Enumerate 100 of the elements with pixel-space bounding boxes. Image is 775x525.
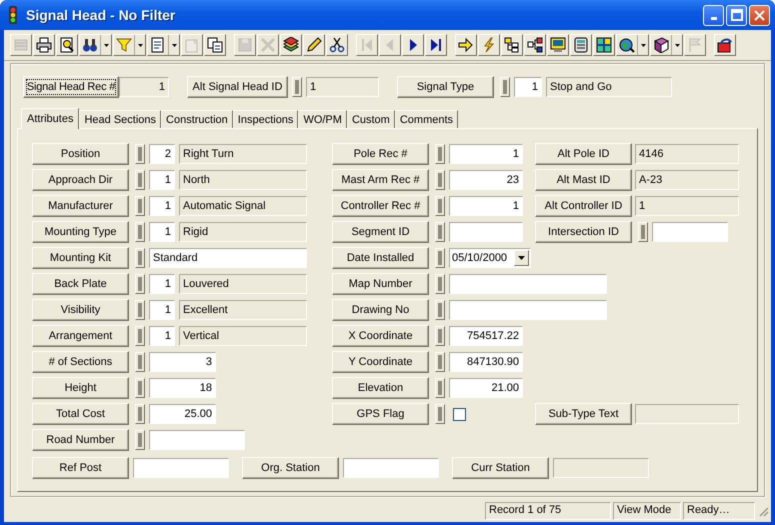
field-button[interactable]: Total Cost [32, 403, 129, 425]
toolbar-button[interactable] [547, 34, 569, 56]
toolbar-button[interactable] [280, 34, 302, 56]
field-button[interactable]: Map Number [332, 273, 429, 295]
tab[interactable]: Inspections [232, 110, 298, 128]
toolbar-button[interactable] [524, 34, 546, 56]
field-button[interactable]: GPS Flag [332, 403, 429, 425]
field-button[interactable]: Arrangement [32, 325, 129, 347]
alt-id-button[interactable]: Alt Signal Head ID [187, 76, 288, 98]
field-button[interactable]: Y Coordinate [332, 351, 429, 373]
field-button[interactable]: Back Plate [32, 273, 129, 295]
code-field[interactable]: 1 [149, 300, 175, 320]
date-field[interactable]: 05/10/2000 [449, 248, 531, 268]
code-field[interactable]: 1 [149, 196, 175, 216]
input-field[interactable] [449, 274, 607, 294]
toolbar-button[interactable] [147, 34, 180, 56]
code-field[interactable]: 1 [149, 222, 175, 242]
tab[interactable]: Comments [394, 110, 458, 128]
input-field[interactable]: 21.00 [449, 378, 523, 398]
field-button[interactable]: # of Sections [32, 351, 129, 373]
input-field[interactable]: 25.00 [149, 404, 216, 424]
input-field[interactable]: 23 [449, 170, 523, 190]
input-field[interactable] [652, 222, 728, 242]
field-indicator [135, 352, 145, 372]
field-button[interactable]: Segment ID [332, 221, 429, 243]
tab[interactable]: Head Sections [79, 110, 162, 128]
field-indicator [135, 170, 145, 190]
field-button[interactable]: Height [32, 377, 129, 399]
field-button[interactable]: Pole Rec # [332, 143, 429, 165]
field-button[interactable]: Alt Pole ID [535, 143, 632, 165]
input-field[interactable] [149, 430, 245, 450]
tab[interactable]: Construction [161, 110, 233, 128]
field-indicator [135, 248, 145, 268]
input-field[interactable]: 1 [449, 196, 523, 216]
toolbar-button[interactable] [425, 34, 447, 56]
toolbar-button[interactable] [204, 34, 226, 56]
input-field[interactable]: 847130.90 [449, 352, 523, 372]
save-icon [237, 37, 253, 53]
field-button[interactable]: Date Installed [332, 247, 429, 269]
field-button[interactable]: Mounting Kit [32, 247, 129, 269]
code-field[interactable]: 1 [149, 274, 175, 294]
field-button[interactable]: Visibility [32, 299, 129, 321]
field-button[interactable]: Controller Rec # [332, 195, 429, 217]
tab[interactable]: Attributes [21, 108, 80, 129]
code-field[interactable]: 1 [514, 77, 542, 97]
code-field[interactable]: 2 [149, 144, 175, 164]
tab[interactable]: WO/PM [298, 110, 347, 128]
toolbar-button[interactable] [455, 34, 477, 56]
field-button[interactable]: Road Number [32, 429, 129, 451]
field-button[interactable]: Manufacturer [32, 195, 129, 217]
field-button[interactable]: Mounting Type [32, 221, 129, 243]
field-button[interactable]: Ref Post [32, 457, 129, 479]
field-button[interactable]: Mast Arm Rec # [332, 169, 429, 191]
toolbar-button[interactable] [326, 34, 348, 56]
signal-type-button[interactable]: Signal Type [397, 76, 494, 98]
field-button[interactable]: Curr Station [452, 457, 549, 479]
toolbar-button[interactable] [56, 34, 78, 56]
tab[interactable]: Custom [346, 110, 395, 128]
field-button[interactable]: Alt Mast ID [535, 169, 632, 191]
field-button[interactable]: Alt Controller ID [535, 195, 632, 217]
minimize-button[interactable] [703, 4, 724, 26]
status-pane: Record 1 of 75 [485, 502, 611, 520]
toolbar-button[interactable] [303, 34, 325, 56]
minimize-icon [710, 17, 716, 20]
input-field[interactable]: Standard [149, 248, 307, 268]
resize-grip-icon[interactable] [757, 505, 769, 517]
field-button[interactable]: X Coordinate [332, 325, 429, 347]
input-field[interactable] [449, 222, 523, 242]
alt-id-field: 1 [306, 77, 379, 97]
toolbar-button[interactable] [402, 34, 424, 56]
checkbox[interactable] [453, 408, 466, 420]
maximize-button[interactable] [726, 4, 747, 26]
code-field[interactable]: 1 [149, 170, 175, 190]
toolbar-button[interactable] [33, 34, 55, 56]
dropdown-button[interactable] [514, 250, 529, 266]
input-field[interactable] [133, 458, 229, 478]
toolbar-button[interactable] [570, 34, 592, 56]
toolbar-button[interactable] [714, 34, 736, 56]
input-field[interactable] [449, 300, 607, 320]
toolbar-button[interactable] [616, 34, 649, 56]
field-button[interactable]: Sub-Type Text [535, 403, 632, 425]
monitor-icon [550, 37, 566, 53]
record-button[interactable]: Signal Head Rec # [23, 76, 119, 98]
input-field[interactable]: 18 [149, 378, 216, 398]
field-button[interactable]: Drawing No [332, 299, 429, 321]
input-field[interactable]: 754517.22 [449, 326, 523, 346]
toolbar-button[interactable] [501, 34, 523, 56]
input-field[interactable]: 1 [449, 144, 523, 164]
toolbar-button[interactable] [79, 34, 112, 56]
input-field[interactable] [343, 458, 439, 478]
field-button[interactable]: Approach Dir [32, 169, 129, 191]
field-button[interactable]: Position [32, 143, 129, 165]
close-button[interactable] [749, 4, 770, 26]
field-button[interactable]: Elevation [332, 377, 429, 399]
code-field[interactable]: 1 [149, 326, 175, 346]
field-button[interactable]: Org. Station [242, 457, 339, 479]
input-field[interactable]: 3 [149, 352, 216, 372]
field-button[interactable]: Intersection ID [535, 221, 632, 243]
toolbar-button[interactable] [650, 34, 683, 56]
toolbar-button[interactable] [593, 34, 615, 56]
